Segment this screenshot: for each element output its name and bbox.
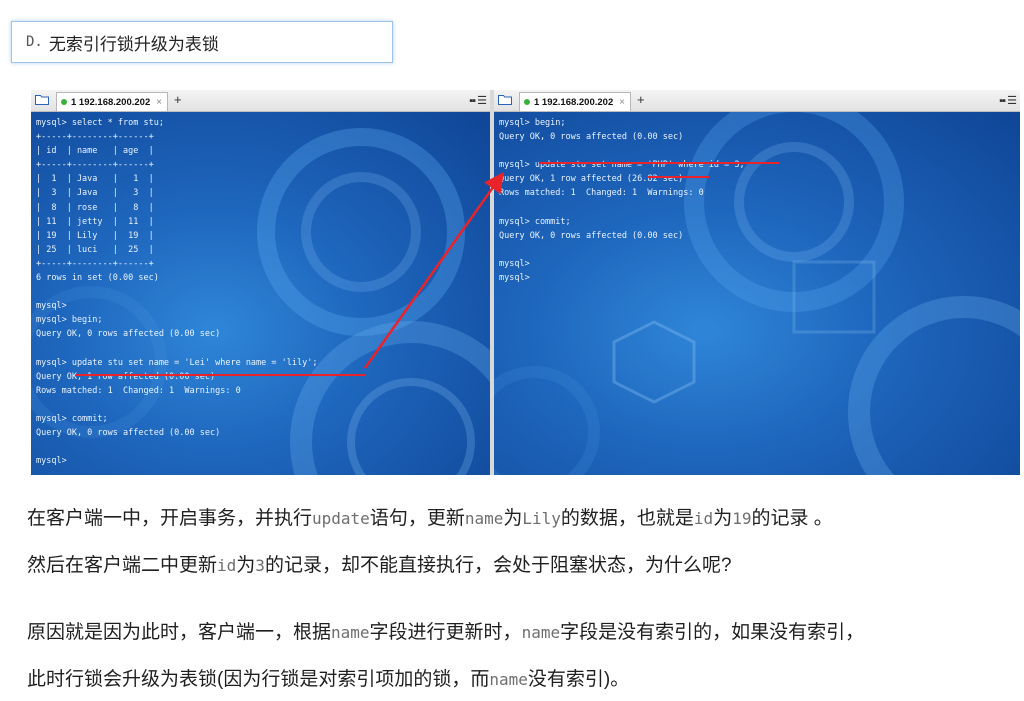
paragraph-text: 字段是没有索引的，如果没有索引， [560,622,865,643]
inline-code: name [331,623,370,642]
terminal-line: mysql> update stu set name = 'PHP' where… [499,160,745,171]
inline-code: id [693,509,714,528]
left-tab-title: 1 192.168.200.202 [71,96,151,108]
right-terminal[interactable]: mysql> begin; Query OK, 0 rows affected (… [494,112,1020,475]
terminal-line: | 19 | Lily | 19 | [36,230,154,241]
paragraph-text: 为 [236,555,256,576]
right-tab-bar: 1 192.168.200.202 × + ▪▪ ☰ [494,90,1020,112]
paragraph-text: 没有索引)。 [527,669,630,690]
terminal-line: | 1 | Java | 1 | [36,174,154,185]
terminal-line: +-----+--------+------+ [36,160,154,171]
inline-code: 3 [255,556,265,575]
left-session-tab[interactable]: 1 192.168.200.202 × [56,92,168,111]
terminal-line: Query OK, 1 row affected (26.82 sec) [499,174,684,185]
terminal-line: Query OK, 0 rows affected (0.00 sec) [499,132,684,143]
right-annotation-underline [539,162,779,164]
terminal-line: mysql> select * from stu; [36,118,164,128]
terminal-line: | 25 | luci | 25 | [36,244,154,255]
left-tab-bar: 1 192.168.200.202 × + ▪▪ ☰ [31,90,490,112]
paragraph-1: 在客户端一中，开启事务，并执行update语句，更新name为Lily的数据，也… [27,503,833,530]
paragraph-text: 原因就是因为此时，客户端一，根据 [27,622,332,643]
inline-code: name [489,670,528,689]
folder-icon[interactable] [498,94,512,105]
terminal-line: 6 rows in set (0.00 sec) [36,273,159,284]
terminal-screenshot: 1 192.168.200.202 × + ▪▪ ☰ mysql> select… [31,90,1020,475]
paragraph-4: 此时行锁会升级为表锁(因为行锁是对索引项加的锁，而name没有索引)。 [27,664,629,691]
terminal-line: mysql> [499,273,535,284]
inline-code: name [464,509,504,528]
terminal-line: | id | name | age | [36,146,154,157]
terminal-line: Query OK, 0 rows affected (0.00 sec) [36,329,221,340]
section-heading: D. 无索引行锁升级为表锁 [11,21,393,63]
terminal-line: mysql> commit; [499,216,571,227]
new-tab-icon[interactable]: + [637,93,645,107]
paragraph-2: 然后在客户端二中更新id为3的记录，却不能直接执行，会处于阻塞状态，为什么呢? [27,550,732,577]
close-icon[interactable]: × [619,97,625,108]
paragraph-text: 的记录 。 [751,508,833,529]
paragraph-text: 的数据，也就是 [560,508,694,529]
connected-status-icon [524,99,530,105]
terminal-line: +-----+--------+------+ [36,258,154,269]
layout-grid-icon[interactable]: ▪▪ ☰ [469,94,487,107]
terminal-line: +-----+--------+------+ [36,132,154,143]
inline-code: 19 [732,509,752,528]
right-terminal-output: mysql> begin; Query OK, 0 rows affected (… [499,116,1020,285]
terminal-line: mysql> begin; [36,315,103,326]
paragraph-text: 字段进行更新时， [369,622,522,643]
terminal-line: Query OK, 1 row affected (0.00 sec) [36,371,216,382]
right-duration-underline [647,176,709,178]
terminal-line: mysql> [36,301,67,312]
folder-icon[interactable] [35,94,49,105]
terminal-line: Rows matched: 1 Changed: 1 Warnings: 0 [499,188,704,199]
left-terminal-output: mysql> select * from stu; +-----+--------… [36,116,490,468]
terminal-line: mysql> begin; [499,118,566,128]
heading-prefix: D. [26,34,43,50]
close-icon[interactable]: × [156,97,162,108]
client-two-pane: 1 192.168.200.202 × + ▪▪ ☰ mysql> begin;… [494,90,1020,475]
paragraph-text: 为 [503,508,523,529]
left-annotation-underline [76,374,366,376]
new-tab-icon[interactable]: + [174,93,182,107]
terminal-line: mysql> commit; [36,413,108,424]
paragraph-text: 此时行锁会升级为表锁(因为行锁是对索引项加的锁，而 [27,669,490,690]
terminal-line: | 3 | Java | 3 | [36,188,154,199]
inline-code: Lily [522,509,561,528]
terminal-line: mysql> update stu set name = 'Lei' where… [36,357,318,368]
client-one-pane: 1 192.168.200.202 × + ▪▪ ☰ mysql> select… [31,90,490,475]
terminal-line: Query OK, 0 rows affected (0.00 sec) [499,230,684,241]
paragraph-3: 原因就是因为此时，客户端一，根据name字段进行更新时，name字段是没有索引的… [27,617,864,644]
layout-grid-icon[interactable]: ▪▪ ☰ [999,94,1017,107]
terminal-line: | 8 | rose | 8 | [36,202,154,213]
paragraph-text: 然后在客户端二中更新 [27,555,218,576]
terminal-line: | 11 | jetty | 11 | [36,216,154,227]
heading-text: 无索引行锁升级为表锁 [48,34,219,55]
paragraph-text: 的记录，却不能直接执行，会处于阻塞状态，为什么呢? [264,555,732,576]
inline-code: update [312,509,370,528]
right-tab-title: 1 192.168.200.202 [534,96,614,108]
terminal-line: mysql> [36,456,67,467]
terminal-line: Query OK, 0 rows affected (0.00 sec) [36,428,221,439]
inline-code: name [521,623,561,642]
terminal-line: mysql> [499,258,530,269]
connected-status-icon [61,99,67,105]
paragraph-text: 语句，更新 [369,508,465,529]
left-terminal[interactable]: mysql> select * from stu; +-----+--------… [31,112,490,475]
terminal-line: Rows matched: 1 Changed: 1 Warnings: 0 [36,385,241,396]
paragraph-text: 在客户端一中，开启事务，并执行 [27,508,313,529]
paragraph-text: 为 [713,508,733,529]
right-session-tab[interactable]: 1 192.168.200.202 × [519,92,631,111]
inline-code: id [217,556,237,575]
